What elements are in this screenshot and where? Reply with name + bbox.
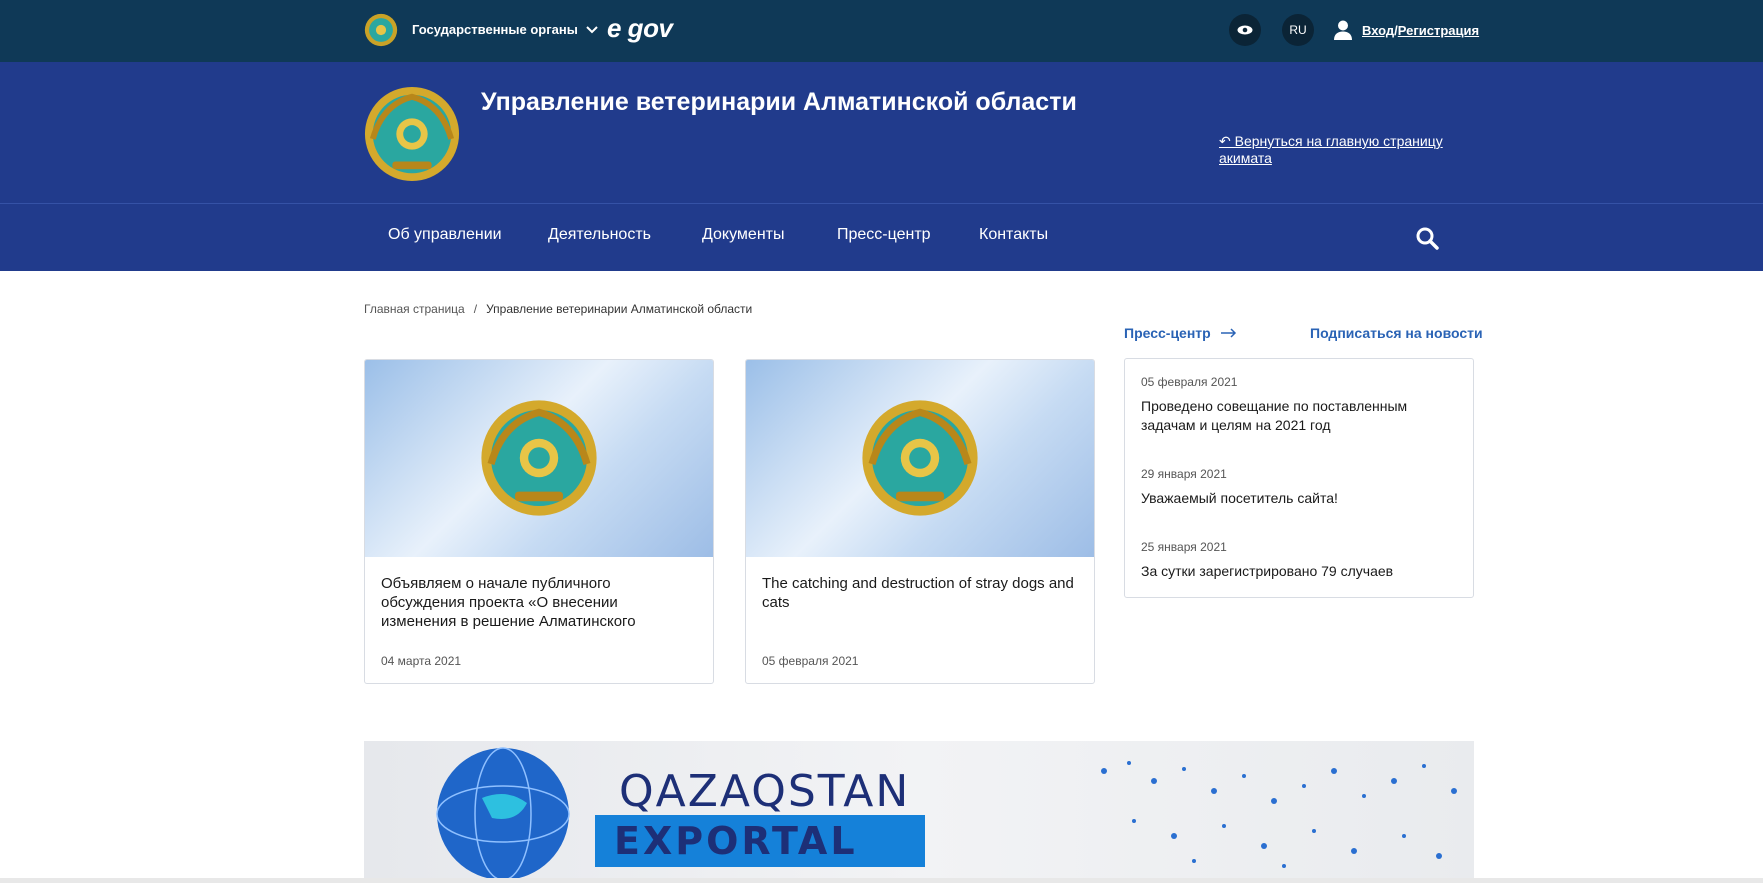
exportal-banner[interactable]: QAZAQSTAN EXPORTAL	[364, 741, 1474, 878]
press-center-label: Пресс-центр	[1124, 325, 1211, 341]
news-list: 05 февраля 2021 Проведено совещание по п…	[1124, 358, 1474, 598]
news-date: 29 января 2021	[1141, 467, 1227, 481]
language-label: RU	[1289, 23, 1307, 37]
news-card-date: 05 февраля 2021	[762, 654, 859, 668]
subscribe-news-link[interactable]: Подписаться на новости	[1310, 325, 1483, 341]
breadcrumb: Главная страница / Управление ветеринари…	[364, 302, 752, 316]
search-icon[interactable]	[1415, 226, 1439, 250]
eye-icon	[1237, 25, 1253, 35]
news-card-title: Объявляем о начале публичного обсуждения…	[381, 575, 636, 630]
accessibility-eye-button[interactable]	[1229, 14, 1261, 46]
nav-item-contacts[interactable]: Контакты	[979, 226, 1048, 244]
globe-icon	[436, 747, 570, 878]
breadcrumb-home[interactable]: Главная страница	[364, 302, 465, 316]
state-emblem-icon	[481, 400, 597, 516]
user-icon	[1334, 20, 1352, 40]
nav-item-documents[interactable]: Документы	[702, 226, 784, 244]
language-button[interactable]: RU	[1282, 14, 1314, 46]
egov-logo[interactable]: e gov	[607, 13, 673, 44]
nav-item-activity[interactable]: Деятельность	[548, 226, 651, 244]
list-item[interactable]: 25 января 2021 За сутки зарегистрировано…	[1141, 540, 1461, 581]
banner-title-line1: QAZAQSTAN	[619, 766, 911, 817]
page-title: Управление ветеринарии Алматинской облас…	[481, 88, 1077, 116]
news-date: 25 января 2021	[1141, 540, 1227, 554]
nav-item-press-center[interactable]: Пресс-центр	[837, 226, 931, 244]
back-to-akimat-link[interactable]: ↶ Вернуться на главную страницу акимата	[1219, 133, 1459, 167]
state-emblem-icon[interactable]	[363, 85, 461, 183]
list-item[interactable]: 29 января 2021 Уважаемый посетитель сайт…	[1141, 467, 1461, 508]
state-emblem-icon	[862, 400, 978, 516]
news-card[interactable]: Объявляем о начале публичного обсуждения…	[364, 359, 714, 684]
chevron-down-icon	[586, 25, 598, 33]
page-bottom-divider	[0, 878, 1763, 883]
main-nav: Об управлении Деятельность Документы Пре…	[0, 203, 1763, 271]
world-map-dots-icon	[1101, 761, 1457, 868]
arrow-right-icon	[1220, 328, 1236, 338]
news-title: Уважаемый посетитель сайта!	[1141, 490, 1338, 506]
site-header: Управление ветеринарии Алматинской облас…	[0, 62, 1763, 203]
news-card-image	[365, 360, 713, 557]
nav-item-about[interactable]: Об управлении	[388, 226, 502, 244]
banner-title-line2: EXPORTAL	[614, 819, 858, 863]
breadcrumb-current: Управление ветеринарии Алматинской облас…	[486, 302, 753, 316]
government-bodies-label: Государственные органы	[412, 22, 578, 37]
register-link[interactable]: Регистрация	[1398, 23, 1479, 38]
news-card[interactable]: The catching and destruction of stray do…	[745, 359, 1095, 684]
news-card-image	[746, 360, 1094, 557]
login-link[interactable]: Вход	[1362, 23, 1394, 38]
news-date: 05 февраля 2021	[1141, 375, 1238, 389]
press-center-link[interactable]: Пресс-центр	[1124, 325, 1237, 341]
kazakhstan-emblem-icon[interactable]	[364, 13, 398, 47]
news-card-date: 04 марта 2021	[381, 654, 462, 668]
news-card-title: The catching and destruction of stray do…	[762, 575, 1074, 611]
news-title: За сутки зарегистрировано 79 случаев	[1141, 563, 1394, 579]
breadcrumb-separator: /	[473, 302, 478, 316]
news-title: Проведено совещание по поставленным зада…	[1141, 398, 1408, 433]
top-bar: Государственные органы e gov RU Вход/Рег…	[0, 0, 1763, 62]
login-area: Вход/Регистрация	[1334, 20, 1479, 40]
list-item[interactable]: 05 февраля 2021 Проведено совещание по п…	[1141, 375, 1461, 435]
government-bodies-dropdown[interactable]: Государственные органы	[412, 22, 598, 37]
